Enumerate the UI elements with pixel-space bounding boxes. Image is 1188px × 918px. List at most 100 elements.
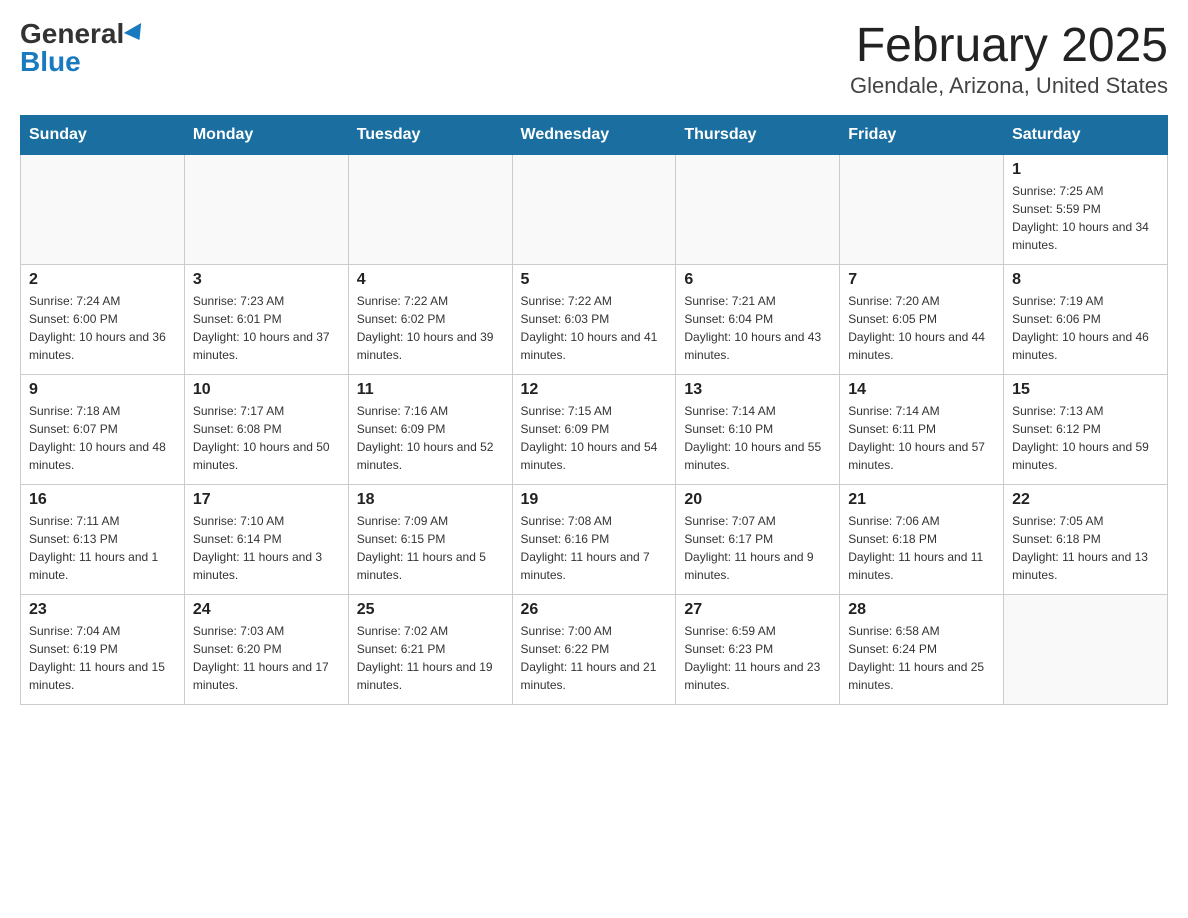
day-info: Sunrise: 7:04 AM Sunset: 6:19 PM Dayligh…	[29, 622, 176, 694]
location-subtitle: Glendale, Arizona, United States	[850, 73, 1168, 99]
table-row	[184, 154, 348, 264]
day-number: 7	[848, 271, 995, 289]
day-info: Sunrise: 7:22 AM Sunset: 6:03 PM Dayligh…	[521, 292, 668, 364]
table-row	[840, 154, 1004, 264]
day-info: Sunrise: 7:18 AM Sunset: 6:07 PM Dayligh…	[29, 402, 176, 474]
table-row: 25 Sunrise: 7:02 AM Sunset: 6:21 PM Dayli…	[348, 594, 512, 704]
day-info: Sunrise: 7:20 AM Sunset: 6:05 PM Dayligh…	[848, 292, 995, 364]
calendar-week-row: 2 Sunrise: 7:24 AM Sunset: 6:00 PM Daylig…	[21, 264, 1168, 374]
day-number: 18	[357, 491, 504, 509]
table-row: 7 Sunrise: 7:20 AM Sunset: 6:05 PM Daylig…	[840, 264, 1004, 374]
table-row: 3 Sunrise: 7:23 AM Sunset: 6:01 PM Daylig…	[184, 264, 348, 374]
day-number: 8	[1012, 271, 1159, 289]
day-number: 13	[684, 381, 831, 399]
day-info: Sunrise: 7:19 AM Sunset: 6:06 PM Dayligh…	[1012, 292, 1159, 364]
table-row: 15 Sunrise: 7:13 AM Sunset: 6:12 PM Dayli…	[1004, 374, 1168, 484]
table-row: 5 Sunrise: 7:22 AM Sunset: 6:03 PM Daylig…	[512, 264, 676, 374]
month-year-title: February 2025	[850, 20, 1168, 73]
day-number: 3	[193, 271, 340, 289]
day-number: 15	[1012, 381, 1159, 399]
calendar-week-row: 9Sunrise: 7:18 AM Sunset: 6:07 PM Daylig…	[21, 374, 1168, 484]
day-number: 20	[684, 491, 831, 509]
day-info: Sunrise: 7:08 AM Sunset: 6:16 PM Dayligh…	[521, 512, 668, 584]
day-info: Sunrise: 7:17 AM Sunset: 6:08 PM Dayligh…	[193, 402, 340, 474]
day-info: Sunrise: 7:11 AM Sunset: 6:13 PM Dayligh…	[29, 512, 176, 584]
day-number: 26	[521, 601, 668, 619]
table-row	[348, 154, 512, 264]
calendar-week-row: 1Sunrise: 7:25 AM Sunset: 5:59 PM Daylig…	[21, 154, 1168, 264]
col-sunday: Sunday	[21, 115, 185, 154]
day-info: Sunrise: 7:21 AM Sunset: 6:04 PM Dayligh…	[684, 292, 831, 364]
table-row: 1Sunrise: 7:25 AM Sunset: 5:59 PM Daylig…	[1004, 154, 1168, 264]
table-row: 21Sunrise: 7:06 AM Sunset: 6:18 PM Dayli…	[840, 484, 1004, 594]
day-number: 5	[521, 271, 668, 289]
table-row: 4 Sunrise: 7:22 AM Sunset: 6:02 PM Daylig…	[348, 264, 512, 374]
day-number: 28	[848, 601, 995, 619]
table-row: 9Sunrise: 7:18 AM Sunset: 6:07 PM Daylig…	[21, 374, 185, 484]
table-row: 27Sunrise: 6:59 AM Sunset: 6:23 PM Dayli…	[676, 594, 840, 704]
logo-general-text: General	[20, 18, 146, 49]
day-number: 25	[357, 601, 504, 619]
day-info: Sunrise: 7:14 AM Sunset: 6:11 PM Dayligh…	[848, 402, 995, 474]
table-row: 13 Sunrise: 7:14 AM Sunset: 6:10 PM Dayli…	[676, 374, 840, 484]
day-info: Sunrise: 7:14 AM Sunset: 6:10 PM Dayligh…	[684, 402, 831, 474]
table-row: 10 Sunrise: 7:17 AM Sunset: 6:08 PM Dayli…	[184, 374, 348, 484]
title-section: February 2025 Glendale, Arizona, United …	[850, 20, 1168, 99]
day-info: Sunrise: 7:22 AM Sunset: 6:02 PM Dayligh…	[357, 292, 504, 364]
day-number: 19	[521, 491, 668, 509]
day-number: 23	[29, 601, 176, 619]
day-number: 14	[848, 381, 995, 399]
calendar-week-row: 16 Sunrise: 7:11 AM Sunset: 6:13 PM Dayli…	[21, 484, 1168, 594]
day-info: Sunrise: 7:25 AM Sunset: 5:59 PM Dayligh…	[1012, 182, 1159, 254]
day-info: Sunrise: 7:07 AM Sunset: 6:17 PM Dayligh…	[684, 512, 831, 584]
day-info: Sunrise: 7:15 AM Sunset: 6:09 PM Dayligh…	[521, 402, 668, 474]
day-info: Sunrise: 7:24 AM Sunset: 6:00 PM Dayligh…	[29, 292, 176, 364]
table-row: 26 Sunrise: 7:00 AM Sunset: 6:22 PM Dayli…	[512, 594, 676, 704]
day-number: 2	[29, 271, 176, 289]
page-header: General Blue February 2025 Glendale, Ari…	[20, 20, 1168, 99]
day-info: Sunrise: 7:13 AM Sunset: 6:12 PM Dayligh…	[1012, 402, 1159, 474]
table-row: 11 Sunrise: 7:16 AM Sunset: 6:09 PM Dayli…	[348, 374, 512, 484]
day-info: Sunrise: 7:00 AM Sunset: 6:22 PM Dayligh…	[521, 622, 668, 694]
col-tuesday: Tuesday	[348, 115, 512, 154]
calendar-header-row: Sunday Monday Tuesday Wednesday Thursday…	[21, 115, 1168, 154]
table-row: 12Sunrise: 7:15 AM Sunset: 6:09 PM Dayli…	[512, 374, 676, 484]
day-info: Sunrise: 7:16 AM Sunset: 6:09 PM Dayligh…	[357, 402, 504, 474]
table-row: 18Sunrise: 7:09 AM Sunset: 6:15 PM Dayli…	[348, 484, 512, 594]
logo-triangle-icon	[124, 23, 148, 45]
table-row: 22Sunrise: 7:05 AM Sunset: 6:18 PM Dayli…	[1004, 484, 1168, 594]
logo-blue-text: Blue	[20, 48, 81, 76]
logo: General Blue	[20, 20, 146, 76]
col-saturday: Saturday	[1004, 115, 1168, 154]
day-number: 21	[848, 491, 995, 509]
table-row: 23 Sunrise: 7:04 AM Sunset: 6:19 PM Dayli…	[21, 594, 185, 704]
calendar-week-row: 23 Sunrise: 7:04 AM Sunset: 6:19 PM Dayli…	[21, 594, 1168, 704]
day-info: Sunrise: 7:10 AM Sunset: 6:14 PM Dayligh…	[193, 512, 340, 584]
day-info: Sunrise: 7:05 AM Sunset: 6:18 PM Dayligh…	[1012, 512, 1159, 584]
table-row: 24Sunrise: 7:03 AM Sunset: 6:20 PM Dayli…	[184, 594, 348, 704]
day-number: 27	[684, 601, 831, 619]
day-number: 17	[193, 491, 340, 509]
table-row: 19 Sunrise: 7:08 AM Sunset: 6:16 PM Dayli…	[512, 484, 676, 594]
day-number: 16	[29, 491, 176, 509]
day-info: Sunrise: 7:02 AM Sunset: 6:21 PM Dayligh…	[357, 622, 504, 694]
col-monday: Monday	[184, 115, 348, 154]
day-number: 11	[357, 381, 504, 399]
logo-top-line: General	[20, 20, 146, 48]
day-number: 24	[193, 601, 340, 619]
table-row	[676, 154, 840, 264]
day-number: 4	[357, 271, 504, 289]
calendar-table: Sunday Monday Tuesday Wednesday Thursday…	[20, 115, 1168, 705]
day-number: 10	[193, 381, 340, 399]
table-row: 8 Sunrise: 7:19 AM Sunset: 6:06 PM Daylig…	[1004, 264, 1168, 374]
table-row	[512, 154, 676, 264]
table-row: 14 Sunrise: 7:14 AM Sunset: 6:11 PM Dayli…	[840, 374, 1004, 484]
day-info: Sunrise: 6:58 AM Sunset: 6:24 PM Dayligh…	[848, 622, 995, 694]
col-thursday: Thursday	[676, 115, 840, 154]
day-info: Sunrise: 7:23 AM Sunset: 6:01 PM Dayligh…	[193, 292, 340, 364]
table-row	[1004, 594, 1168, 704]
table-row: 20 Sunrise: 7:07 AM Sunset: 6:17 PM Dayli…	[676, 484, 840, 594]
table-row: 6Sunrise: 7:21 AM Sunset: 6:04 PM Daylig…	[676, 264, 840, 374]
table-row: 16 Sunrise: 7:11 AM Sunset: 6:13 PM Dayli…	[21, 484, 185, 594]
table-row: 2 Sunrise: 7:24 AM Sunset: 6:00 PM Daylig…	[21, 264, 185, 374]
